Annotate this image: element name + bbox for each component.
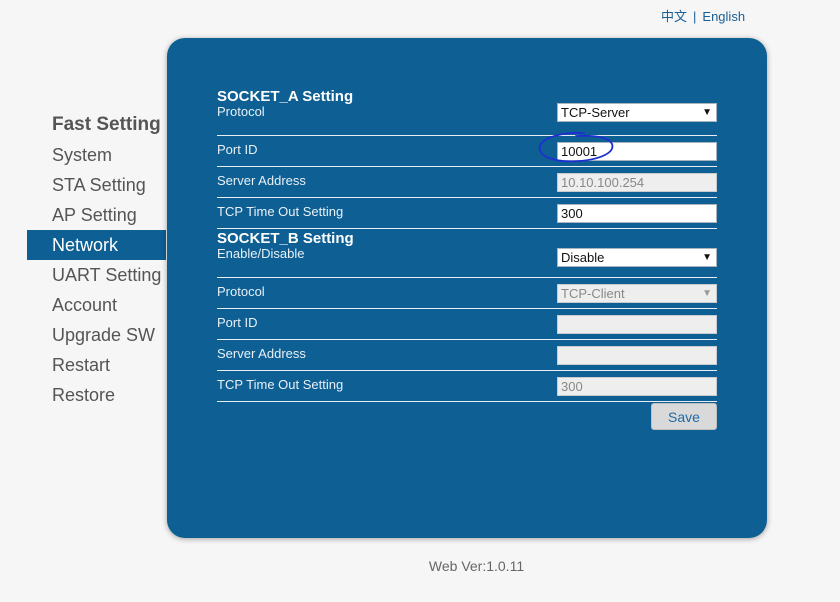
sidebar-item-upgrade-sw[interactable]: Upgrade SW (0, 320, 166, 350)
socket-b-protocol-label: Protocol (217, 284, 265, 299)
socket-b-server-label: Server Address (217, 346, 306, 361)
sidebar-item-restart[interactable]: Restart (0, 350, 166, 380)
sidebar-item-restore[interactable]: Restore (0, 380, 166, 410)
socket-b-enable-select[interactable]: Disable ▼ (557, 248, 717, 267)
socket-b-enable-label: Enable/Disable (217, 246, 305, 261)
socket-b-port-input (557, 315, 717, 334)
socket-b-port-label: Port ID (217, 315, 258, 330)
socket-a-timeout-input[interactable]: 300 (557, 204, 717, 223)
chevron-down-icon: ▼ (702, 252, 712, 263)
socket-b-timeout-input: 300 (557, 377, 717, 396)
socket-b-protocol-value: TCP-Client (561, 286, 625, 301)
socket-b-enable-row: Enable/Disable Disable ▼ (217, 246, 717, 278)
socket-b-protocol-select: TCP-Client ▼ (557, 284, 717, 303)
socket-a-timeout-label: TCP Time Out Setting (217, 204, 344, 219)
chinese-link[interactable]: 中文 (661, 6, 687, 25)
socket-b-server-row: Server Address (217, 340, 717, 371)
socket-a-port-label: Port ID (217, 142, 258, 157)
chevron-down-icon: ▼ (702, 107, 712, 118)
language-separator: | (693, 9, 697, 24)
sidebar-item-uart-setting[interactable]: UART Setting (0, 260, 166, 290)
socket-b-section: SOCKET_B Setting Enable/Disable Disable … (217, 231, 717, 402)
socket-a-server-row: Server Address 10.10.100.254 (217, 167, 717, 198)
sidebar-item-system[interactable]: System (0, 140, 166, 170)
save-button[interactable]: Save (651, 403, 717, 430)
socket-b-enable-value: Disable (561, 250, 605, 265)
network-settings-panel: SOCKET_A Setting Protocol TCP-Server ▼ P… (167, 38, 767, 538)
socket-b-port-row: Port ID (217, 309, 717, 340)
english-link[interactable]: English (702, 9, 745, 24)
chevron-down-icon: ▼ (702, 288, 712, 299)
sidebar-item-sta-setting[interactable]: STA Setting (0, 170, 166, 200)
socket-b-timeout-label: TCP Time Out Setting (217, 377, 344, 392)
language-switch: 中文 | English (661, 6, 745, 25)
sidebar-item-ap-setting[interactable]: AP Setting (0, 200, 166, 230)
socket-a-timeout-row: TCP Time Out Setting 300 (217, 198, 717, 229)
socket-a-server-label: Server Address (217, 173, 306, 188)
socket-a-port-row: Port ID 10001 (217, 136, 717, 167)
sidebar-item-fast-setting[interactable]: Fast Setting (0, 112, 166, 138)
web-version: Web Ver:1.0.11 (428, 558, 525, 574)
socket-a-protocol-row: Protocol TCP-Server ▼ (217, 103, 717, 136)
socket-b-protocol-row: Protocol TCP-Client ▼ (217, 278, 717, 309)
socket-a-port-input[interactable]: 10001 (557, 142, 717, 161)
sidebar-item-network[interactable]: Network (27, 230, 166, 260)
sidebar-nav: Fast Setting System STA Setting AP Setti… (0, 112, 166, 410)
socket-a-section: SOCKET_A Setting Protocol TCP-Server ▼ P… (217, 89, 717, 229)
socket-b-title: SOCKET_B Setting (217, 230, 354, 247)
socket-b-server-input (557, 346, 717, 365)
socket-a-protocol-label: Protocol (217, 104, 265, 119)
socket-a-server-input: 10.10.100.254 (557, 173, 717, 192)
socket-a-protocol-select[interactable]: TCP-Server ▼ (557, 103, 717, 122)
socket-b-timeout-row: TCP Time Out Setting 300 (217, 371, 717, 402)
sidebar-item-account[interactable]: Account (0, 290, 166, 320)
socket-a-protocol-value: TCP-Server (561, 105, 630, 120)
